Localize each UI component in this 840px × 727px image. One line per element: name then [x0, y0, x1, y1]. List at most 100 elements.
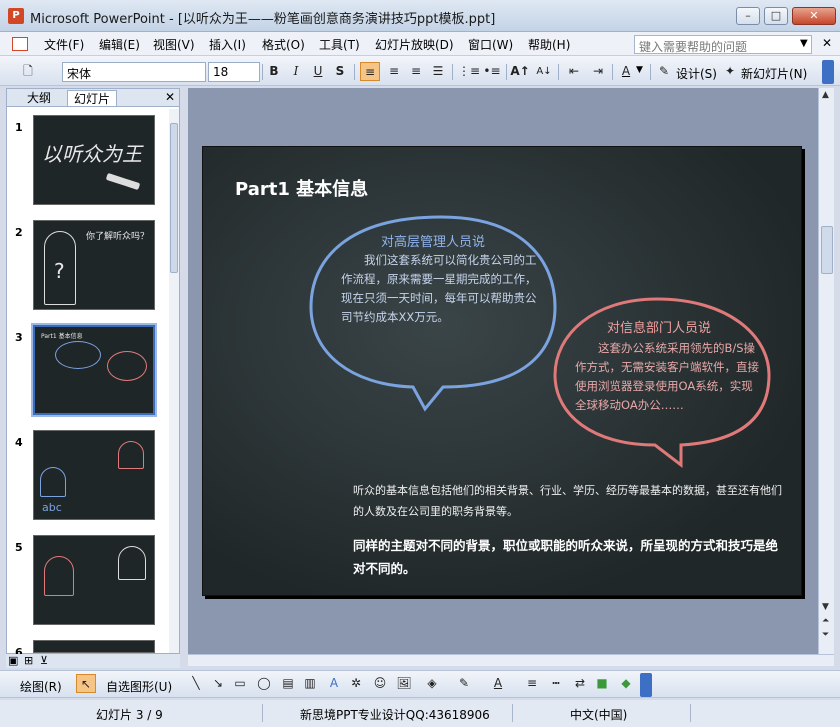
chevron-down-icon[interactable]: ▼	[636, 65, 643, 75]
font-color-icon[interactable]: A	[616, 62, 636, 81]
red-bubble	[107, 351, 147, 381]
scroll-up-icon[interactable]: ▲	[822, 90, 829, 100]
arrow-style-icon[interactable]: ⇄	[570, 674, 590, 693]
slideshow-icon[interactable]: ⊻	[40, 654, 48, 667]
white-figure	[118, 546, 146, 580]
slide-thumbnail-6[interactable]	[33, 640, 155, 653]
fill-color-icon[interactable]: ◈	[422, 674, 442, 693]
font-size-select[interactable]: 18	[208, 62, 260, 82]
formatting-toolbar: 🗋 宋体 18 B I U S ≡ ≡ ≡ ☰ ⋮≡ •≡ A↑ A↓ ⇤ ⇥ …	[0, 56, 840, 86]
separator	[506, 64, 507, 80]
slide-canvas[interactable]: Part1 基本信息 对高层管理人员说 我们这套系统可以简化贵公司的工作流程，原…	[202, 146, 802, 596]
slide-editor: Part1 基本信息 对高层管理人员说 我们这套系统可以简化贵公司的工作流程，原…	[188, 88, 818, 654]
font-name-select[interactable]: 宋体	[62, 62, 206, 82]
wordart-icon[interactable]: A	[324, 674, 344, 693]
editor-scrollbar[interactable]: ▲ ▼ ⏶ ⏷	[818, 88, 834, 654]
clipart-icon[interactable]: ☺	[370, 674, 390, 693]
menu-help[interactable]: 帮助(H)	[528, 36, 570, 53]
normal-view-icon[interactable]: ▣	[8, 654, 18, 667]
vertical-textbox-icon[interactable]: ▥	[300, 674, 320, 693]
line-icon[interactable]: ╲	[186, 674, 206, 693]
menu-tools[interactable]: 工具(T)	[319, 36, 360, 53]
slide-thumbnail-1[interactable]: 以听众为王	[33, 115, 155, 205]
shadow-icon[interactable]: S	[330, 62, 350, 81]
close-button[interactable]: ✕	[792, 7, 836, 25]
next-slide-icon[interactable]: ⏷	[822, 630, 829, 640]
scrollbar-thumb[interactable]	[170, 123, 178, 273]
slide-body-text[interactable]: 听众的基本信息包括他们的相关背景、行业、学历、经历等最基本的数据，甚至还有他们的…	[353, 480, 783, 522]
scrollbar-thumb[interactable]	[821, 226, 833, 274]
separator	[650, 64, 651, 80]
justify-icon[interactable]: ☰	[428, 62, 448, 81]
new-slide-button[interactable]: 新幻灯片(N)	[741, 65, 807, 82]
dash-style-icon[interactable]: ┅	[546, 674, 566, 693]
slide-thumbnail-4[interactable]: abc	[33, 430, 155, 520]
line-color-icon[interactable]: ✎	[454, 674, 474, 693]
help-search-input[interactable]: 键入需要帮助的问题	[634, 35, 812, 54]
shadow-style-icon[interactable]: ■	[592, 674, 612, 693]
numbered-list-icon[interactable]: ⋮≡	[458, 62, 480, 81]
scroll-down-icon[interactable]: ▼	[822, 602, 829, 612]
3d-style-icon[interactable]: ◆	[616, 674, 636, 693]
close-document-icon[interactable]: ✕	[822, 36, 832, 50]
slide-thumbnail-3[interactable]: Part1 基本信息	[31, 323, 157, 417]
slide-emphasis-text[interactable]: 同样的主题对不同的背景，职位或职能的听众来说，所呈现的方式和技巧是绝对不同的。	[353, 534, 783, 580]
design-button[interactable]: 设计(S)	[676, 65, 717, 82]
toolbar-options-icon[interactable]	[640, 673, 652, 697]
menu-insert[interactable]: 插入(I)	[209, 36, 246, 53]
maximize-button[interactable]: □	[764, 7, 788, 25]
italic-icon[interactable]: I	[286, 62, 306, 81]
new-document-icon[interactable]: 🗋	[18, 62, 38, 81]
thumbnail-scrollbar[interactable]	[169, 109, 179, 653]
red-figure	[118, 441, 144, 469]
slide-sorter-icon[interactable]: ⊞	[24, 654, 33, 667]
align-center-icon[interactable]: ≡	[384, 62, 404, 81]
menu-file[interactable]: 文件(F)	[44, 36, 84, 53]
decrease-indent-icon[interactable]: ⇤	[564, 62, 584, 81]
toolbar-options-icon[interactable]	[822, 60, 834, 84]
font-color-icon[interactable]: A	[488, 674, 508, 693]
slide-thumbnail-2[interactable]: ? 你了解听众吗？	[33, 220, 155, 310]
align-right-icon[interactable]: ≡	[406, 62, 426, 81]
draw-menu-button[interactable]: 绘图(R)	[20, 678, 62, 695]
tab-outline[interactable]: 大纲	[21, 90, 57, 106]
view-buttons: ▣ ⊞ ⊻	[6, 654, 180, 668]
document-icon[interactable]	[12, 37, 28, 51]
line-style-icon[interactable]: ≡	[522, 674, 542, 693]
textbox-icon[interactable]: ▤	[278, 674, 298, 693]
minimize-button[interactable]: –	[736, 7, 760, 25]
decrease-font-icon[interactable]: A↓	[534, 62, 554, 81]
align-left-icon[interactable]: ≡	[360, 62, 380, 81]
title-bar: P Microsoft PowerPoint - [以听众为王——粉笔画创意商务…	[0, 0, 840, 32]
oval-icon[interactable]: ◯	[254, 674, 274, 693]
horizontal-scrollbar[interactable]	[188, 654, 834, 666]
separator	[452, 64, 453, 80]
increase-font-icon[interactable]: A↑	[510, 62, 530, 81]
red-figure	[44, 556, 74, 596]
autoshapes-button[interactable]: 自选图形(U)	[106, 678, 172, 695]
diagram-icon[interactable]: ✲	[346, 674, 366, 693]
picture-icon[interactable]: 🖼	[394, 674, 414, 693]
select-pointer-icon[interactable]: ↖	[76, 674, 96, 693]
increase-indent-icon[interactable]: ⇥	[588, 62, 608, 81]
menu-view[interactable]: 视图(V)	[153, 36, 195, 53]
thumb-number: 3	[15, 331, 23, 344]
status-bar: 幻灯片 3 / 9 新思境PPT专业设计QQ:43618906 中文(中国)	[0, 700, 840, 727]
arrow-icon[interactable]: ↘	[208, 674, 228, 693]
question-mark: ?	[54, 259, 65, 283]
chevron-down-icon[interactable]: ▼	[800, 38, 808, 49]
menu-slideshow[interactable]: 幻灯片放映(D)	[375, 36, 454, 53]
tab-slides[interactable]: 幻灯片	[67, 90, 118, 106]
separator	[354, 64, 355, 80]
menu-format[interactable]: 格式(O)	[262, 36, 305, 53]
menu-window[interactable]: 窗口(W)	[468, 36, 513, 53]
rectangle-icon[interactable]: ▭	[230, 674, 250, 693]
bold-icon[interactable]: B	[264, 62, 284, 81]
close-icon[interactable]: ✕	[165, 90, 175, 104]
previous-slide-icon[interactable]: ⏶	[822, 616, 829, 626]
thumb-number: 5	[15, 541, 23, 554]
slide-thumbnail-5[interactable]	[33, 535, 155, 625]
menu-edit[interactable]: 编辑(E)	[99, 36, 140, 53]
underline-icon[interactable]: U	[308, 62, 328, 81]
bullet-list-icon[interactable]: •≡	[482, 62, 502, 81]
